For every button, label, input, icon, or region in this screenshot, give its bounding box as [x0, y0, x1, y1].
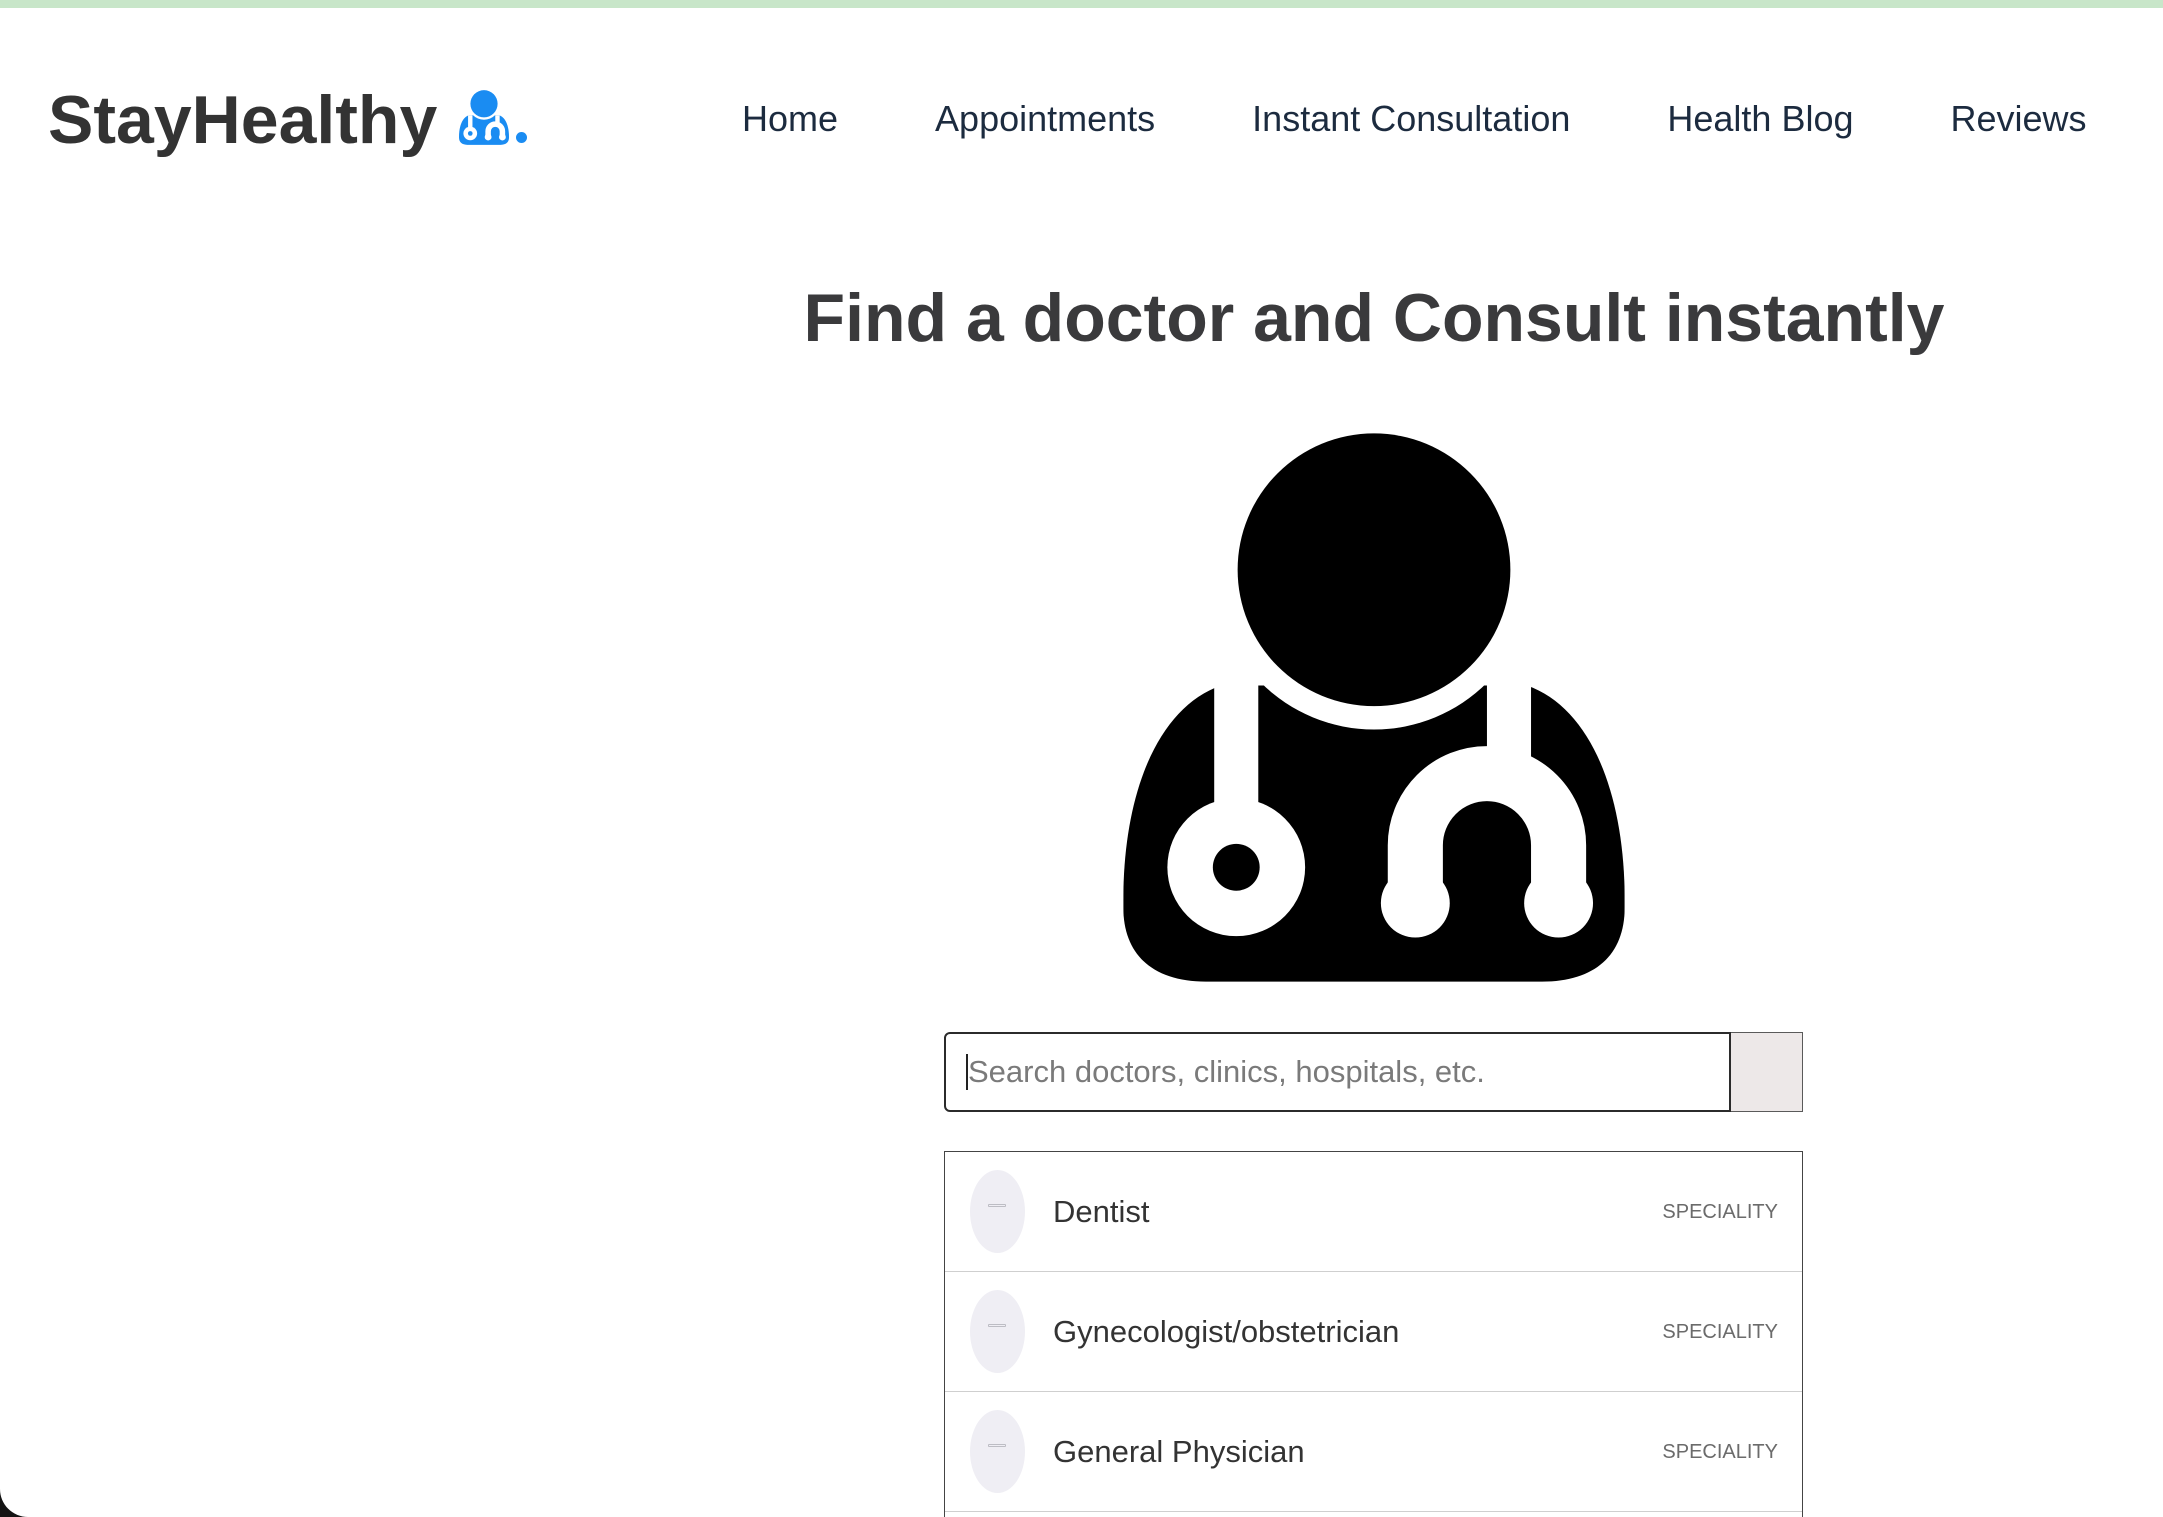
search-input-container — [944, 1032, 1731, 1112]
result-thumbnail — [970, 1410, 1025, 1493]
broken-image-icon — [988, 1324, 1006, 1327]
result-thumbnail — [970, 1290, 1025, 1373]
search-bar — [944, 1032, 1803, 1112]
broken-image-icon — [988, 1204, 1006, 1207]
user-doctor-icon — [459, 90, 509, 145]
result-type-label: SPECIALITY — [1662, 1320, 1778, 1343]
nav-link-health-blog[interactable]: Health Blog — [1667, 97, 1853, 141]
result-item-dentist[interactable]: Dentist SPECIALITY — [945, 1152, 1802, 1272]
nav-link-appointments[interactable]: Appointments — [935, 97, 1155, 141]
broken-image-icon — [988, 1444, 1006, 1447]
brand-logo-link[interactable]: StayHealthy — [48, 80, 530, 160]
brand-name: StayHealthy — [48, 82, 438, 158]
nav-link-instant-consultation[interactable]: Instant Consultation — [1252, 97, 1570, 141]
result-item-gynecologist[interactable]: Gynecologist/obstetrician SPECIALITY — [945, 1272, 1802, 1392]
brand-dot — [516, 132, 527, 143]
result-type-label: SPECIALITY — [1662, 1200, 1778, 1223]
text-caret — [966, 1054, 968, 1090]
search-button[interactable] — [1731, 1032, 1803, 1112]
result-name: Gynecologist/obstetrician — [1053, 1313, 1400, 1349]
result-type-label: SPECIALITY — [1662, 1440, 1778, 1463]
doctor-illustration-icon — [1123, 432, 1625, 983]
nav-link-reviews[interactable]: Reviews — [1951, 97, 2087, 141]
page-title: Find a doctor and Consult instantly — [803, 280, 1945, 356]
top-accent-border — [0, 0, 2163, 8]
main-nav: Home Appointments Instant Consultation H… — [742, 97, 2087, 141]
search-results-list: Dentist SPECIALITY Gynecologist/obstetri… — [944, 1151, 1803, 1517]
result-name: General Physician — [1053, 1433, 1305, 1469]
search-input[interactable] — [946, 1034, 1729, 1110]
nav-link-home[interactable]: Home — [742, 97, 838, 141]
page: StayHealthy Home Appointments Instant Co… — [0, 0, 2163, 1517]
result-thumbnail — [970, 1170, 1025, 1253]
result-name: Dentist — [1053, 1193, 1150, 1229]
result-item-general-physician[interactable]: General Physician SPECIALITY — [945, 1392, 1802, 1512]
